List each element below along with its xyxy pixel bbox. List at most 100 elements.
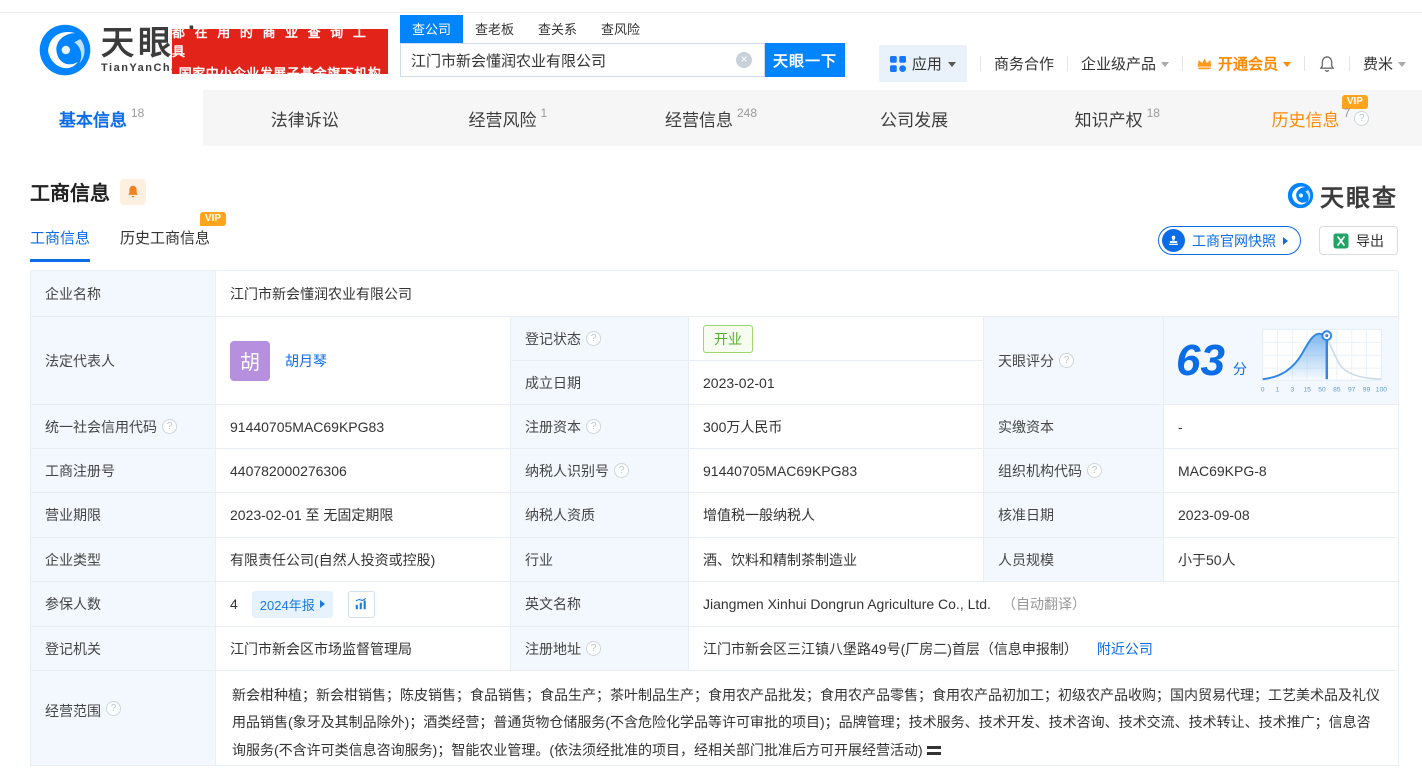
tab-company-development[interactable]: 公司发展 — [813, 90, 1016, 146]
divider — [1181, 56, 1183, 71]
slogan-line1: 都 在 用 的 商 业 查 询 工 具 — [172, 24, 369, 59]
nearby-companies-link[interactable]: 附近公司 — [1097, 639, 1153, 659]
tianyancha-swirl-icon — [39, 24, 91, 76]
subtab-history-registration[interactable]: VIP 历史工商信息 — [120, 212, 227, 262]
tab-business-risk[interactable]: 经营风险 1 — [406, 90, 609, 146]
bell-icon — [1319, 55, 1335, 72]
search-tab-relation[interactable]: 查关系 — [526, 15, 589, 43]
field-value-english-name: Jiangmen Xinhui Dongrun Agriculture Co.,… — [689, 582, 1399, 627]
field-label-business-term: 营业期限 — [31, 493, 216, 538]
tab-legal-proceedings[interactable]: 法律诉讼 — [203, 90, 406, 146]
field-value-org-code: MAC69KPG-8 — [1164, 449, 1399, 493]
subtab-business-registration[interactable]: 工商信息 — [30, 227, 91, 262]
search-area: 查公司 查老板 查关系 查风险 天眼一下 — [400, 15, 845, 77]
field-value-taxpayer-id: 91440705MAC69KPG83 — [689, 449, 984, 493]
field-value-company-type: 有限责任公司(自然人投资或控股) — [216, 538, 511, 582]
tick: 0 — [1261, 386, 1265, 393]
cooperation-label: 商务合作 — [993, 56, 1054, 73]
field-label-paid-capital: 实缴资本 — [984, 405, 1164, 449]
field-label-taxpayer-id: 纳税人识别号 — [511, 449, 689, 493]
field-value-business-scope: 新会柑种植；新会柑销售；陈皮销售；食品销售；食品生产；茶叶制品生产；食用农产品批… — [216, 671, 1399, 766]
user-menu[interactable]: 费米 — [1363, 53, 1406, 74]
tick: 99 — [1363, 386, 1371, 393]
label-text: 组织机构代码 — [998, 462, 1082, 479]
official-snapshot-button[interactable]: 工商官网快照 — [1158, 226, 1301, 255]
enterprise-products-menu[interactable]: 企业级产品 — [1081, 53, 1169, 74]
help-icon[interactable] — [162, 419, 177, 434]
open-vip-menu[interactable]: 开通会员 — [1196, 53, 1291, 74]
tianyan-score-cell: 63 分 0 1 3 15 50 85 97 99 100 — [1164, 317, 1399, 405]
label-text: 登记状态 — [525, 330, 581, 347]
annual-report-label: 2024年报 — [259, 597, 315, 613]
tab-business-info[interactable]: 经营信息 248 — [609, 90, 812, 146]
collapse-icon[interactable] — [926, 746, 941, 756]
subscribe-button[interactable] — [120, 178, 146, 205]
field-value-registered-address: 江门市新会区三江镇八堡路49号(厂房二)首层（信息申报制） 附近公司 — [689, 627, 1399, 671]
legal-representative-link[interactable]: 胡月琴 — [285, 351, 327, 371]
bell-orange-icon — [128, 185, 138, 198]
company-nav-tabs: 基本信息 18 法律诉讼 经营风险 1 经营信息 248 公司发展 知识产权 1… — [0, 90, 1422, 146]
search-tab-risk[interactable]: 查风险 — [589, 15, 652, 43]
export-button[interactable]: 导出 — [1319, 226, 1398, 255]
field-value-registration-authority: 江门市新会区市场监督管理局 — [216, 627, 511, 671]
tab-label: 知识产权 — [1074, 110, 1143, 130]
business-cooperation-link[interactable]: 商务合作 — [994, 53, 1054, 74]
tab-count: 248 — [736, 106, 757, 120]
clear-icon[interactable] — [736, 52, 752, 68]
tab-count: 7 — [1343, 106, 1351, 120]
slogan-line2: 国家中小企业发展子基金旗下机构 — [178, 65, 382, 81]
field-value-registered-capital: 300万人民币 — [689, 405, 984, 449]
address-text: 江门市新会区三江镇八堡路49号(厂房二)首层（信息申报制） — [703, 640, 1078, 657]
trend-chart-button[interactable] — [347, 590, 375, 618]
search-tab-company[interactable]: 查公司 — [400, 15, 464, 43]
field-label-registration-status: 登记状态 — [511, 317, 689, 361]
divider — [1303, 56, 1305, 71]
help-icon[interactable] — [586, 641, 601, 656]
tianyancha-watermark: 天眼查 — [1287, 178, 1398, 213]
watermark-brand: 天眼查 — [1320, 185, 1398, 212]
annual-report-badge[interactable]: 2024年报 — [251, 590, 333, 618]
help-icon[interactable] — [1059, 353, 1074, 368]
business-scope-text: 新会柑种植；新会柑销售；陈皮销售；食品销售；食品生产；茶叶制品生产；食用农产品批… — [232, 687, 1380, 758]
divider — [1066, 56, 1068, 71]
arrow-right-icon — [319, 600, 325, 608]
chevron-down-icon — [947, 62, 956, 67]
chevron-down-icon — [1398, 62, 1406, 67]
field-label-registration-authority: 登记机关 — [31, 627, 216, 671]
tick: 100 — [1376, 386, 1387, 393]
notifications-button[interactable] — [1318, 55, 1336, 73]
label-text: 注册资本 — [525, 418, 581, 435]
label-text: 注册地址 — [525, 640, 581, 657]
avatar[interactable]: 胡 — [230, 340, 270, 381]
help-icon[interactable] — [1087, 463, 1102, 478]
search-input[interactable] — [400, 43, 765, 77]
search-tab-boss[interactable]: 查老板 — [463, 15, 526, 43]
tab-label: 法律诉讼 — [270, 110, 339, 130]
search-button[interactable]: 天眼一下 — [765, 43, 845, 77]
vip-badge: VIP — [199, 212, 227, 226]
field-label-taxpayer-quality: 纳税人资质 — [511, 493, 689, 538]
field-value-approval-date: 2023-09-08 — [1164, 493, 1399, 538]
field-label-company-name: 企业名称 — [31, 271, 216, 317]
help-icon[interactable] — [1354, 110, 1370, 126]
section-title: 工商信息 — [30, 183, 110, 205]
tab-history-info[interactable]: VIP 历史信息 7 — [1219, 90, 1422, 146]
apps-menu[interactable]: 应用 — [878, 45, 967, 82]
app-grid-icon — [889, 55, 906, 72]
arrow-right-icon — [1283, 236, 1288, 245]
english-name-text: Jiangmen Xinhui Dongrun Agriculture Co.,… — [703, 596, 991, 612]
label-text: 经营范围 — [45, 703, 101, 719]
tab-basic-info[interactable]: 基本信息 18 — [0, 90, 204, 146]
section-header: 工商信息 — [30, 177, 146, 206]
label-text: 纳税人识别号 — [525, 462, 609, 479]
enterprise-label: 企业级产品 — [1080, 56, 1156, 73]
help-icon[interactable] — [614, 463, 629, 478]
tick: 15 — [1303, 386, 1311, 393]
help-icon[interactable] — [586, 419, 601, 434]
help-icon[interactable] — [106, 701, 121, 716]
stamp-icon — [1162, 229, 1185, 252]
tab-label: 基本信息 — [58, 110, 127, 130]
subtabs: 工商信息 VIP 历史工商信息 — [30, 212, 227, 262]
tab-intellectual-property[interactable]: 知识产权 18 — [1016, 90, 1219, 146]
help-icon[interactable] — [586, 331, 601, 346]
